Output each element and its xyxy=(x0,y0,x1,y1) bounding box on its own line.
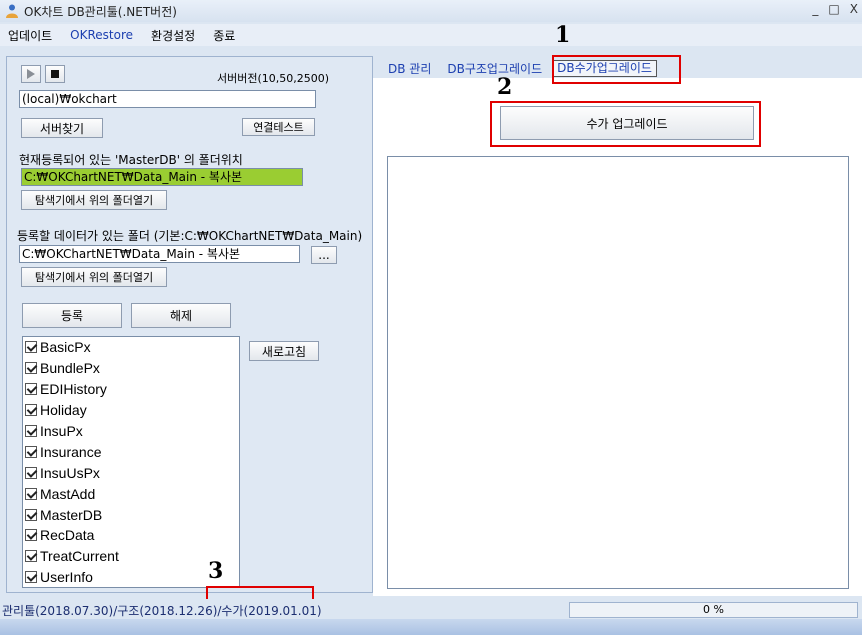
menu-exit[interactable]: 종료 xyxy=(205,27,245,44)
table-name-label: TreatCurrent xyxy=(40,548,119,565)
table-name-label: EDIHistory xyxy=(40,381,107,398)
checkbox[interactable] xyxy=(25,550,37,563)
checkbox[interactable] xyxy=(25,404,37,417)
stop-icon xyxy=(51,70,59,78)
table-name-label: InsuPx xyxy=(40,423,83,439)
table-name-label: BasicPx xyxy=(40,339,91,356)
table-checkbox-row[interactable]: UserInfo xyxy=(23,567,239,588)
table-checkbox-row[interactable]: Insurance xyxy=(23,441,239,462)
menu-update[interactable]: 업데이트 xyxy=(0,27,62,44)
tab-db-manage[interactable]: DB 관리 xyxy=(380,60,439,77)
table-checkbox-row[interactable]: EDIHistory xyxy=(23,379,239,400)
table-checkbox-row[interactable]: Holiday xyxy=(23,400,239,421)
tab-bar: DB 관리 DB구조업그레이드 DB수가업그레이드 xyxy=(380,57,657,79)
data-folder-label: 등록할 데이터가 있는 폴더 (기본:C:₩OKChartNET₩Data_Ma… xyxy=(17,229,363,243)
table-name-label: BundlePx xyxy=(40,360,100,377)
progress-label: 0 % xyxy=(703,603,724,616)
table-checkbox-row[interactable]: BasicPx xyxy=(23,337,239,358)
checkbox[interactable] xyxy=(25,571,37,584)
stop-button[interactable] xyxy=(45,65,65,83)
close-button[interactable]: X xyxy=(850,2,858,16)
register-button[interactable]: 등록 xyxy=(22,303,122,328)
table-checklist[interactable]: BasicPx BundlePx EDIHistory Holiday InsuPx In… xyxy=(22,336,240,588)
play-icon xyxy=(27,69,35,79)
annotation-number-2: 2 xyxy=(497,74,513,100)
table-checkbox-row[interactable]: MasterDB xyxy=(23,504,239,525)
checkbox[interactable] xyxy=(25,341,37,354)
table-name-label: MasterDB xyxy=(40,506,103,523)
unregister-button[interactable]: 해제 xyxy=(131,303,231,328)
checkbox[interactable] xyxy=(25,425,37,437)
checkbox[interactable] xyxy=(25,383,37,396)
browse-folder-button[interactable]: ... xyxy=(311,246,337,264)
table-checkbox-row[interactable]: InsuPx xyxy=(23,421,239,442)
checkbox[interactable] xyxy=(25,445,37,458)
tab-db-fee-upgrade[interactable]: DB수가업그레이드 xyxy=(552,59,657,77)
data-folder-input[interactable]: C:₩OKChartNET₩Data_Main - 복사본 xyxy=(19,245,300,263)
play-button[interactable] xyxy=(21,65,41,83)
minimize-button[interactable]: _ xyxy=(812,2,818,16)
log-output-box xyxy=(387,156,849,589)
tab-db-structure-upgrade[interactable]: DB구조업그레이드 xyxy=(439,60,550,77)
table-name-label: MastAdd xyxy=(40,485,96,502)
annotation-number-3: 3 xyxy=(208,558,224,584)
table-name-label: UserInfo xyxy=(40,569,93,586)
table-name-label: RecData xyxy=(40,527,95,544)
checkbox[interactable] xyxy=(25,508,37,521)
fee-upgrade-button[interactable]: 수가 업그레이드 xyxy=(500,106,754,140)
checkbox[interactable] xyxy=(25,487,37,500)
title-bar: OK차트 DB관리툴(.NET버전) _ □ X xyxy=(0,0,862,22)
menu-bar: 업데이트 OKRestore 환경설정 종료 xyxy=(0,24,862,46)
progress-bar: 0 % xyxy=(569,602,858,618)
open-master-folder-button[interactable]: 탐색기에서 위의 폴더열기 xyxy=(21,190,167,210)
menu-okrestore[interactable]: OKRestore xyxy=(62,28,143,42)
table-name-label: Holiday xyxy=(40,402,87,419)
checkbox[interactable] xyxy=(25,466,37,479)
table-name-label: InsuUsPx xyxy=(40,464,100,481)
find-server-button[interactable]: 서버찾기 xyxy=(21,118,103,138)
annotation-number-1: 1 xyxy=(555,22,571,48)
app-person-icon xyxy=(6,4,18,18)
table-name-label: Insurance xyxy=(40,443,102,460)
connect-test-button[interactable]: 연결테스트 xyxy=(242,118,315,136)
table-checkbox-row[interactable]: TreatCurrent xyxy=(23,546,239,567)
open-data-folder-button[interactable]: 탐색기에서 위의 폴더열기 xyxy=(21,267,167,287)
window-title: OK차트 DB관리툴(.NET버전) xyxy=(24,4,177,19)
table-checkbox-row[interactable]: BundlePx xyxy=(23,358,239,379)
server-version-label: 서버버전(10,50,2500) xyxy=(217,72,330,85)
refresh-button[interactable]: 새로고침 xyxy=(249,341,319,361)
checkbox[interactable] xyxy=(25,529,37,542)
db-register-panel: 서버버전(10,50,2500) (local)₩okchart 서버찾기 연결… xyxy=(6,56,373,593)
table-checkbox-row[interactable]: MastAdd xyxy=(23,483,239,504)
bottom-strip xyxy=(0,619,862,635)
version-status-text: 관리툴(2018.07.30)/구조(2018.12.26)/수가(2019.0… xyxy=(2,604,322,618)
maximize-button[interactable]: □ xyxy=(828,2,839,16)
menu-settings[interactable]: 환경설정 xyxy=(143,27,205,44)
table-checkbox-row[interactable]: RecData xyxy=(23,525,239,546)
status-bar: 관리툴(2018.07.30)/구조(2018.12.26)/수가(2019.0… xyxy=(0,599,862,621)
server-input[interactable]: (local)₩okchart xyxy=(19,90,316,108)
table-checkbox-row[interactable]: InsuUsPx xyxy=(23,462,239,483)
master-path-label: 현재등록되어 있는 'MasterDB' 의 폴더위치 xyxy=(19,153,243,167)
checkbox[interactable] xyxy=(25,362,37,375)
master-path-field: C:₩OKChartNET₩Data_Main - 복사본 xyxy=(21,168,303,186)
